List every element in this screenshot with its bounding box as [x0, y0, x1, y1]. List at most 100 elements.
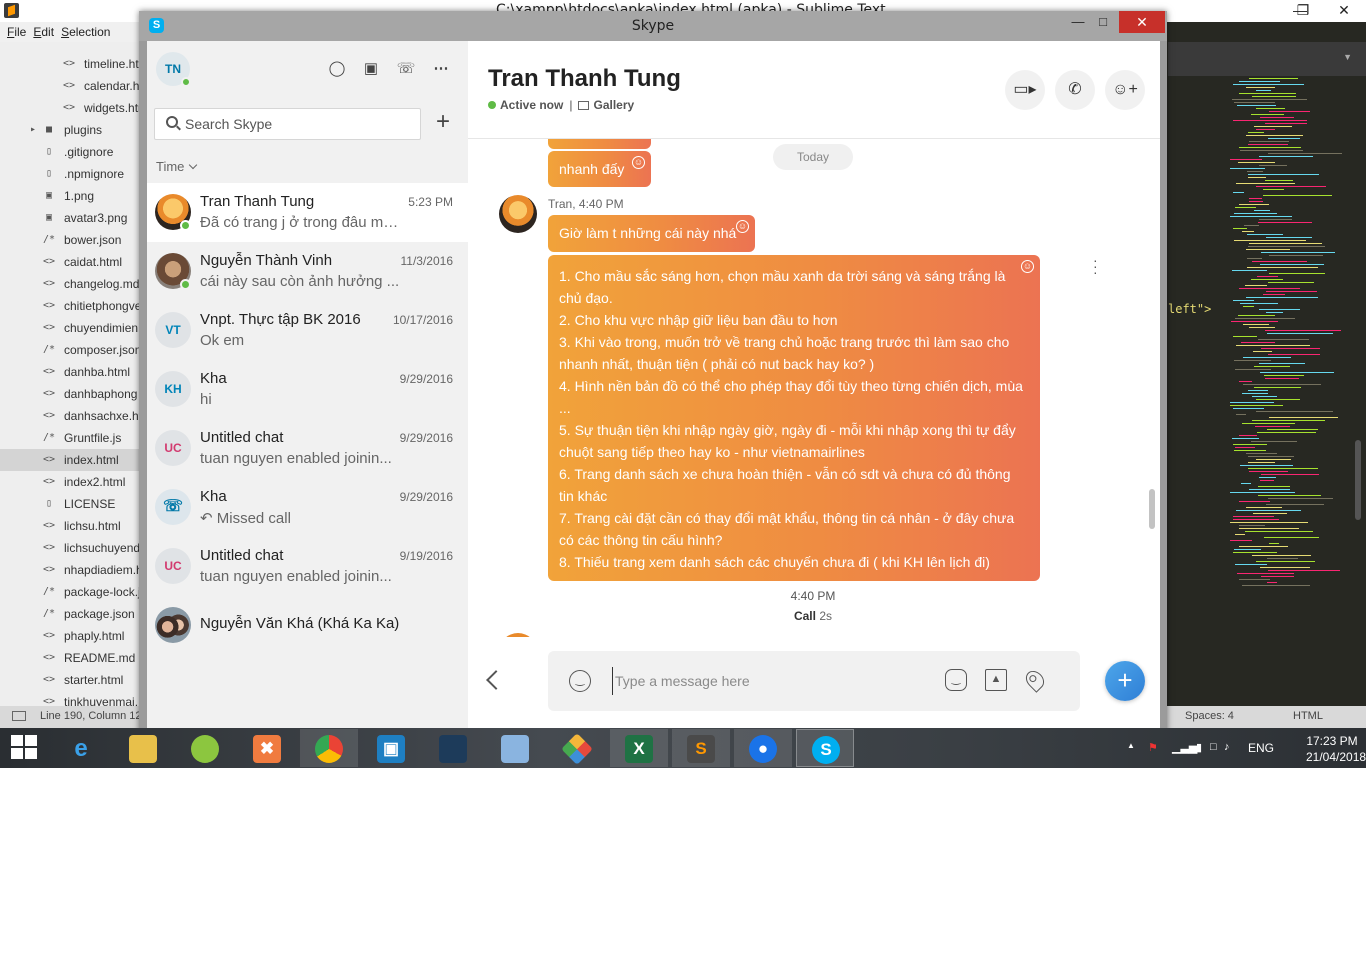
file-tree-item[interactable]: <>calendar.html	[0, 75, 148, 97]
file-tree-item[interactable]: /* bower.json	[0, 229, 148, 251]
file-tree-item[interactable]: /* composer.json	[0, 339, 148, 361]
taskbar-file-explorer[interactable]	[114, 729, 172, 767]
message-bubble[interactable]: Giờ làm t những cái này nhá ☺	[548, 215, 755, 252]
menu-edit[interactable]: Edit	[33, 25, 54, 39]
file-tree-item[interactable]: ■ plugins ▸	[0, 119, 148, 141]
conversation-item[interactable]: Nguyễn Thành Vinh cái này sau còn ảnh hư…	[147, 242, 468, 301]
taskbar-app[interactable]	[548, 729, 606, 767]
file-tree-item[interactable]: <> changelog.md	[0, 273, 148, 295]
message-bubble[interactable]	[548, 139, 651, 149]
reaction-icon[interactable]: ☺	[632, 156, 645, 169]
file-tree-item[interactable]: /* Gruntfile.js	[0, 427, 148, 449]
panel-icon[interactable]	[12, 711, 26, 721]
file-tree-item[interactable]: <> danhbaphong	[0, 383, 148, 405]
conversation-item[interactable]: VT Vnpt. Thực tập BK 2016 Ok em 10/17/20…	[147, 301, 468, 360]
signal-icon[interactable]: ▁▃▅	[1172, 741, 1197, 754]
file-tree-item[interactable]: <> README.md	[0, 647, 148, 669]
file-tree-item[interactable]: ▣ 1.png	[0, 185, 148, 207]
file-tree-item[interactable]: <> phaply.html	[0, 625, 148, 647]
file-tree-item[interactable]: <> timeline.html	[0, 53, 148, 75]
taskbar-mysql-workbench[interactable]	[424, 729, 482, 767]
close-icon[interactable]: ✕	[1119, 11, 1165, 33]
audio-call-button[interactable]: ✆	[1055, 70, 1095, 110]
emoji-icon[interactable]: ‿	[569, 670, 591, 692]
battery-icon[interactable]: ▮	[1196, 741, 1202, 754]
sender-avatar[interactable]	[499, 633, 537, 637]
file-tree-item[interactable]: <> starter.html	[0, 669, 148, 691]
plus-icon[interactable]: +	[1105, 661, 1145, 701]
maximize-icon[interactable]: □	[1089, 11, 1117, 33]
taskbar-sublime-text[interactable]: S	[672, 729, 730, 767]
file-tree-item[interactable]: /* package-lock.j	[0, 581, 148, 603]
chat-scrollbar[interactable]	[1149, 489, 1155, 529]
close-icon[interactable]: ✕	[1322, 0, 1366, 22]
video-call-button[interactable]: ▭▸	[1005, 70, 1045, 110]
minimap[interactable]	[1226, 78, 1356, 598]
windows-start-icon[interactable]	[11, 735, 39, 761]
status-syntax[interactable]: HTML	[1293, 710, 1323, 722]
chevron-right-icon[interactable]: ▸	[26, 124, 40, 135]
message-options-icon[interactable]: · · ·	[1093, 253, 1098, 279]
file-tree-item[interactable]: <> tinkhuyenmai.	[0, 691, 148, 706]
message-input[interactable]	[612, 667, 932, 695]
file-tree-item[interactable]: <> danhba.html	[0, 361, 148, 383]
editor-scrollbar[interactable]	[1355, 440, 1361, 520]
file-tree-item[interactable]: <> chuyendimien	[0, 317, 148, 339]
file-tree-item[interactable]: /* package.json	[0, 603, 148, 625]
status-spaces[interactable]: Spaces: 4	[1185, 710, 1234, 722]
sticker-icon[interactable]: ‿	[945, 669, 967, 691]
file-tree-item[interactable]: <> danhsachxe.html	[0, 405, 148, 427]
reaction-icon[interactable]: ☺	[736, 220, 749, 233]
language-indicator[interactable]: ENG	[1248, 741, 1274, 755]
file-tree-item[interactable]: <> caidat.html	[0, 251, 148, 273]
file-tree-item[interactable]: <> nhapdiadiem.h	[0, 559, 148, 581]
taskbar-maps[interactable]: ●	[734, 729, 792, 767]
chevron-up-icon[interactable]: ▲	[1127, 741, 1135, 750]
contact-name[interactable]: Tran Thanh Tung	[488, 65, 681, 93]
bell-icon[interactable]: ◯	[326, 58, 348, 80]
volume-icon[interactable]: ♪	[1224, 741, 1230, 753]
taskbar-virtualbox[interactable]	[486, 729, 544, 767]
file-tree-item[interactable]: <> index.html	[0, 449, 148, 471]
message-bubble[interactable]: 1. Cho mầu sắc sáng hơn, chọn mầu xanh d…	[548, 255, 1040, 581]
contacts-icon[interactable]: ▣	[360, 58, 382, 80]
taskbar-internet-explorer[interactable]: e	[52, 729, 110, 767]
taskbar-excel[interactable]: X	[610, 729, 668, 767]
new-chat-button[interactable]: +	[431, 110, 455, 135]
gallery-link[interactable]: Gallery	[593, 98, 634, 112]
location-pin-icon[interactable]	[1022, 667, 1048, 693]
call-log-icon[interactable]: ☏	[395, 58, 417, 80]
chevron-left-icon[interactable]	[486, 670, 506, 690]
restore-icon[interactable]: ❐	[1283, 0, 1323, 22]
taskbar-chrome[interactable]	[300, 729, 358, 767]
sort-dropdown[interactable]: Time	[156, 159, 198, 174]
file-tree-item[interactable]: <> widgets.html	[0, 97, 148, 119]
conversation-item[interactable]: Nguyễn Văn Khá (Khá Ka Ka)	[147, 596, 468, 655]
file-tree-item[interactable]: <> index2.html	[0, 471, 148, 493]
flag-icon[interactable]: ⚑	[1148, 741, 1158, 754]
conversation-item[interactable]: ☏ Kha ↶ Missed call 9/29/2016	[147, 478, 468, 537]
taskbar-xampp[interactable]: ✖	[238, 729, 296, 767]
clock[interactable]: 17:23 PM 21/04/2018	[1306, 733, 1366, 765]
file-tree-item[interactable]: ▯ .gitignore	[0, 141, 148, 163]
file-tree-item[interactable]: <> lichsuchuyend	[0, 537, 148, 559]
conversation-item[interactable]: UC Untitled chat tuan nguyen enabled joi…	[147, 419, 468, 478]
file-tree-item[interactable]: ▯ LICENSE	[0, 493, 148, 515]
chevron-down-icon[interactable]: ▼	[1343, 52, 1352, 62]
menu-file[interactable]: File	[7, 25, 26, 39]
media-gallery-icon[interactable]: ▲	[985, 669, 1007, 691]
sender-avatar[interactable]	[499, 195, 537, 233]
message-bubble[interactable]: nhanh đấy ☺	[548, 151, 651, 187]
conversation-item[interactable]: Tran Thanh Tung Đã có trang j ở trong đâ…	[147, 183, 468, 242]
taskbar-app[interactable]: ▣	[362, 729, 420, 767]
conversation-item[interactable]: KH Kha hi 9/29/2016	[147, 360, 468, 419]
file-tree-item[interactable]: ▣ avatar3.png	[0, 207, 148, 229]
network-icon[interactable]: □	[1210, 741, 1217, 753]
taskbar-coccoc[interactable]	[176, 729, 234, 767]
add-people-button[interactable]: ☺+	[1105, 70, 1145, 110]
minimize-icon[interactable]: —	[1064, 11, 1092, 33]
file-tree-item[interactable]: <> lichsu.html	[0, 515, 148, 537]
taskbar-skype[interactable]: S	[796, 729, 854, 767]
search-input[interactable]	[185, 109, 415, 139]
menu-selection[interactable]: Selection	[61, 25, 110, 39]
